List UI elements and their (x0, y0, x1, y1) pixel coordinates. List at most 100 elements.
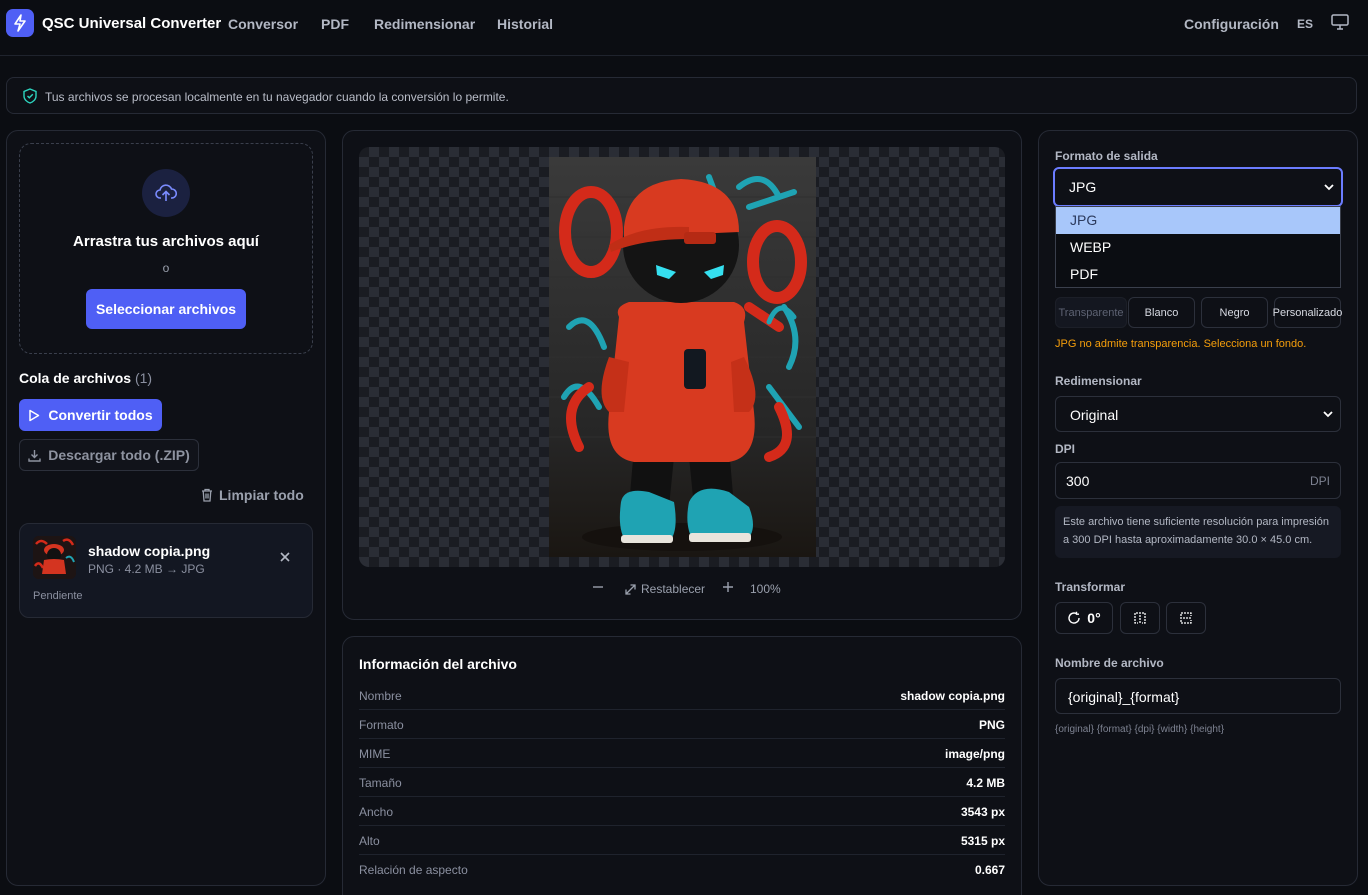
settings-link[interactable]: Configuración (1184, 16, 1279, 32)
dropzone-or: o (162, 261, 170, 275)
top-bar: QSC Universal Converter Conversor PDF Re… (0, 0, 1368, 56)
download-all-label: Descargar todo (.ZIP) (48, 447, 190, 463)
banner-text: Tus archivos se procesan localmente en t… (45, 90, 509, 104)
chevron-down-icon (1324, 184, 1334, 191)
info-row: Nombre shadow copia.png (359, 681, 1005, 710)
select-files-button[interactable]: Seleccionar archivos (86, 289, 246, 329)
expand-icon (625, 583, 636, 595)
dpi-note: Este archivo tiene suficiente resolución… (1055, 506, 1341, 558)
format-option-webp[interactable]: WEBP (1056, 234, 1340, 261)
flip-vertical-button[interactable] (1166, 602, 1206, 634)
queue-count: (1) (134, 370, 153, 386)
rotate-icon (1068, 611, 1080, 624)
flip-vertical-icon (1180, 612, 1192, 624)
upload-cloud-icon (142, 169, 190, 217)
info-value: 0.667 (974, 863, 1005, 877)
resize-select[interactable]: Original (1055, 396, 1341, 432)
info-row: Alto 5315 px (359, 826, 1005, 855)
app-title[interactable]: QSC Universal Converter (42, 15, 221, 32)
info-key: Formato (359, 718, 404, 732)
bolt-icon (14, 14, 26, 32)
reset-zoom-label: Restablecer (641, 582, 706, 596)
info-key: Relación de aspecto (359, 863, 468, 877)
format-option-pdf[interactable]: PDF (1056, 261, 1340, 288)
nav-item-redimensionar[interactable]: Redimensionar (374, 16, 475, 32)
resize-label: Redimensionar (1055, 374, 1142, 388)
info-value: PNG (978, 718, 1005, 732)
bg-white-button[interactable]: Blanco (1128, 297, 1195, 328)
filename-label: Nombre de archivo (1055, 656, 1164, 670)
info-row: MIME image/png (359, 739, 1005, 768)
language-toggle[interactable]: ES (1297, 17, 1313, 31)
download-icon (28, 449, 41, 462)
info-value: 4.2 MB (966, 776, 1005, 790)
filename-input[interactable]: {original}_{format} (1055, 678, 1341, 714)
download-all-button[interactable]: Descargar todo (.ZIP) (19, 439, 199, 471)
info-value: 3543 px (960, 805, 1005, 819)
convert-all-label: Convertir todos (48, 407, 153, 423)
file-info-title: Información del archivo (359, 656, 517, 672)
clear-all-button[interactable]: Limpiar todo (201, 487, 304, 503)
info-row: Relación de aspecto 0.667 (359, 855, 1005, 884)
file-meta: PNG · 4.2 MB → JPG (88, 562, 205, 576)
transparency-warning: JPG no admite transparencia. Selecciona … (1055, 338, 1307, 350)
convert-all-button[interactable]: Convertir todos (19, 399, 162, 431)
reset-zoom-button[interactable]: Restablecer (625, 582, 705, 596)
local-processing-banner: Tus archivos se procesan localmente en t… (6, 77, 1357, 114)
rotate-button[interactable]: 0° (1055, 602, 1113, 634)
nav-item-historial[interactable]: Historial (497, 16, 553, 32)
info-key: Ancho (359, 805, 394, 819)
queue-title-label: Cola de archivos (19, 370, 132, 386)
transform-label: Transformar (1055, 580, 1126, 594)
chevron-down-icon (1323, 411, 1333, 418)
format-dropdown-list: JPG WEBP PDF (1055, 206, 1341, 288)
bg-black-button[interactable]: Negro (1201, 297, 1268, 328)
zoom-in-icon[interactable] (722, 581, 734, 596)
info-key: Alto (359, 834, 380, 848)
zoom-level: 100% (750, 582, 781, 596)
bg-transparent-button[interactable]: Transparente (1055, 297, 1127, 328)
play-icon (29, 409, 40, 421)
bg-custom-button[interactable]: Personalizado (1273, 297, 1342, 328)
dropzone-title: Arrastra tus archivos aquí (73, 233, 259, 250)
filename-value: {original}_{format} (1068, 689, 1180, 705)
dpi-unit: DPI (1309, 474, 1330, 488)
info-value: image/png (944, 747, 1005, 761)
clear-all-label: Limpiar todo (219, 487, 304, 503)
info-key: MIME (359, 747, 391, 761)
nav-item-pdf[interactable]: PDF (321, 16, 349, 32)
format-option-jpg[interactable]: JPG (1056, 207, 1340, 234)
nav-item-conversor[interactable]: Conversor (228, 16, 298, 32)
file-thumbnail (33, 536, 76, 579)
filename-tokens: {original} {format} {dpi} {width} {heigh… (1055, 724, 1225, 735)
monitor-icon[interactable] (1331, 14, 1349, 33)
preview-canvas[interactable] (359, 147, 1005, 567)
shield-check-icon (23, 88, 37, 107)
file-name: shadow copia.png (88, 543, 211, 559)
info-value: shadow copia.png (900, 689, 1005, 703)
app-logo[interactable] (6, 9, 34, 37)
dpi-label: DPI (1055, 442, 1076, 456)
dpi-input[interactable]: 300 DPI (1055, 462, 1341, 499)
output-format-label: Formato de salida (1055, 149, 1158, 163)
output-format-select[interactable]: JPG (1053, 167, 1343, 207)
trash-icon (202, 488, 212, 502)
info-value: 5315 px (960, 834, 1005, 848)
info-row: Formato PNG (359, 710, 1005, 739)
output-format-value: JPG (1069, 179, 1097, 195)
queue-title: Cola de archivos (1) (19, 370, 152, 386)
resize-value: Original (1070, 407, 1119, 423)
info-row: Ancho 3543 px (359, 797, 1005, 826)
flip-horizontal-icon (1134, 612, 1146, 624)
info-row: Tamaño 4.2 MB (359, 768, 1005, 797)
file-card[interactable]: shadow copia.png PNG · 4.2 MB → JPG Pend… (19, 523, 313, 618)
flip-horizontal-button[interactable] (1120, 602, 1160, 634)
file-status: Pendiente (33, 590, 83, 602)
close-icon[interactable] (279, 550, 291, 568)
rotation-value: 0° (1087, 610, 1101, 626)
dpi-value: 300 (1066, 473, 1090, 489)
info-key: Nombre (359, 689, 402, 703)
preview-image (549, 157, 816, 557)
zoom-out-icon[interactable] (592, 581, 604, 596)
info-key: Tamaño (359, 776, 402, 790)
